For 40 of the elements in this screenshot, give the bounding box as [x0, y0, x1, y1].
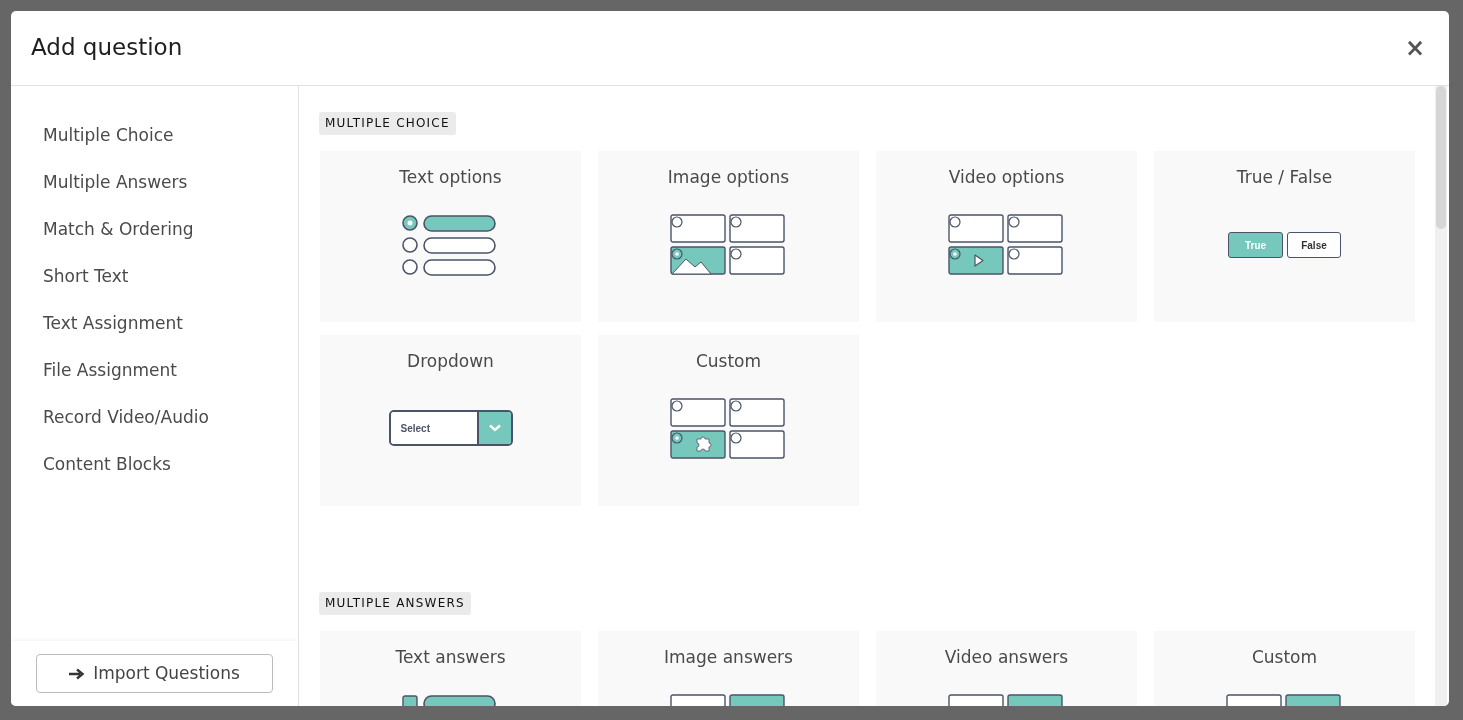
select-text: Select — [390, 412, 477, 444]
question-type-card[interactable]: Text answers — [320, 631, 581, 706]
question-type-card[interactable]: Dropdown Select — [320, 335, 581, 506]
sidebar-item[interactable]: Match & Ordering — [11, 206, 226, 253]
true-option: True — [1228, 232, 1283, 258]
question-type-card[interactable]: Custom — [1154, 631, 1415, 706]
section-heading: MULTIPLE ANSWERS — [319, 592, 471, 615]
sidebar-item[interactable]: Text Assignment — [11, 300, 215, 347]
arrow-right-icon — [69, 667, 86, 680]
question-type-card[interactable]: Image answers — [598, 631, 859, 706]
sidebar-item[interactable]: Short Text — [11, 253, 161, 300]
card-title: Video options — [948, 166, 1065, 188]
card-title: Text options — [399, 166, 502, 188]
scrollbar-track[interactable] — [1435, 86, 1447, 706]
card-title: Text answers — [395, 646, 506, 668]
question-type-card[interactable]: Custom — [598, 335, 859, 506]
question-type-card[interactable]: True / False True False — [1154, 151, 1415, 322]
section-heading: MULTIPLE CHOICE — [319, 112, 456, 135]
card-title: Image answers — [664, 646, 793, 668]
card-title: Video answers — [944, 646, 1069, 668]
card-title: True / False — [1236, 166, 1333, 188]
card-title: Custom — [695, 350, 762, 372]
sidebar-item[interactable]: Record Video/Audio — [11, 394, 241, 441]
import-questions-button[interactable]: Import Questions — [36, 654, 273, 693]
sidebar-item[interactable]: Content Blocks — [11, 441, 203, 488]
dialog-title: Add question — [31, 34, 183, 62]
false-option: False — [1287, 232, 1341, 258]
chevron-down-icon — [488, 424, 501, 432]
question-type-card[interactable]: Video answers — [876, 631, 1137, 706]
question-type-card[interactable]: Text options — [320, 151, 581, 322]
sidebar-item[interactable]: Multiple Choice — [11, 112, 206, 159]
card-title: Custom — [1251, 646, 1318, 668]
card-title: Dropdown — [407, 350, 494, 372]
scrollbar-thumb[interactable] — [1436, 86, 1446, 229]
question-type-card[interactable]: Image options — [598, 151, 859, 322]
sidebar-item[interactable]: File Assignment — [11, 347, 209, 394]
close-button[interactable]: × — [1400, 36, 1429, 60]
question-type-card[interactable]: Video options — [876, 151, 1137, 322]
sidebar-item[interactable]: Multiple Answers — [11, 159, 220, 206]
card-title: Image options — [667, 166, 790, 188]
